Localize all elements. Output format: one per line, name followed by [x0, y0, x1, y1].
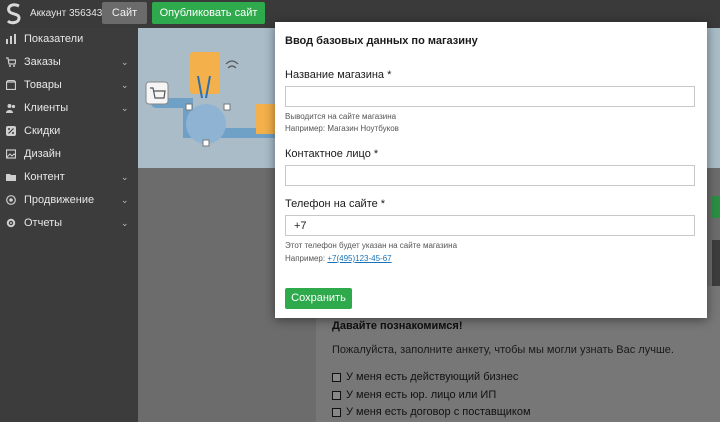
- sidebar-item-label: Товары: [24, 79, 62, 91]
- sidebar-item-promotion[interactable]: Продвижение ⌄: [0, 191, 138, 211]
- store-name-hint: Выводится на сайте магазина: [285, 112, 397, 121]
- chevron-down-icon[interactable]: ⌄: [121, 218, 129, 229]
- chevron-down-icon[interactable]: ⌄: [121, 57, 129, 68]
- checkbox[interactable]: [332, 373, 341, 382]
- folder-icon: [6, 174, 16, 181]
- store-setup-modal: Ввод базовых данных по магазину Название…: [275, 22, 707, 318]
- sidebar-item-label: Показатели: [24, 33, 84, 45]
- phone-input[interactable]: [285, 215, 695, 236]
- sidebar-item-label: Контент: [24, 171, 65, 183]
- target-icon: [6, 195, 16, 205]
- box-icon: [6, 80, 16, 90]
- sidebar-item-content[interactable]: Контент ⌄: [0, 168, 138, 188]
- chevron-down-icon[interactable]: ⌄: [121, 195, 129, 206]
- sidebar-item-dashboard[interactable]: Показатели: [0, 30, 138, 50]
- account-label: Аккаунт 356343: [30, 8, 103, 19]
- sidebar-item-clients[interactable]: Клиенты ⌄: [0, 99, 138, 119]
- phone-example: Например: +7(495)123-45-67: [285, 254, 392, 263]
- logo-icon[interactable]: [4, 2, 24, 26]
- sidebar: Показатели Заказы ⌄ Товары ⌄ Клиенты ⌄ С…: [0, 28, 138, 422]
- store-name-label: Название магазина *: [285, 69, 392, 81]
- sidebar-item-label: Отчеты: [24, 217, 63, 229]
- sidebar-item-products[interactable]: Товары ⌄: [0, 76, 138, 96]
- phone-example-link[interactable]: +7(495)123-45-67: [327, 254, 391, 263]
- checkbox-label: У меня есть действующий бизнес: [346, 371, 519, 383]
- phone-label: Телефон на сайте *: [285, 198, 386, 210]
- chevron-down-icon[interactable]: ⌄: [121, 172, 129, 183]
- save-button[interactable]: Сохранить: [285, 288, 352, 309]
- sidebar-item-reports[interactable]: Отчеты ⌄: [0, 214, 138, 234]
- users-icon: [6, 104, 16, 113]
- intro-title: Давайте познакомимся!: [332, 320, 463, 332]
- publish-site-button[interactable]: Опубликовать сайт: [152, 2, 265, 24]
- site-button[interactable]: Сайт: [102, 2, 147, 24]
- sidebar-item-label: Скидки: [24, 125, 61, 137]
- gear-icon: [6, 218, 16, 228]
- sidebar-item-label: Продвижение: [24, 194, 95, 206]
- chevron-down-icon[interactable]: ⌄: [121, 103, 129, 114]
- phone-example-prefix: Например:: [285, 254, 326, 263]
- checkbox[interactable]: [332, 408, 341, 417]
- sidebar-item-label: Заказы: [24, 56, 61, 68]
- store-name-input[interactable]: [285, 86, 695, 107]
- intro-text: Пожалуйста, заполните анкету, чтобы мы м…: [332, 344, 674, 356]
- sidebar-item-label: Дизайн: [24, 148, 61, 160]
- image-icon: [6, 149, 16, 159]
- cart-icon: [6, 57, 16, 67]
- store-name-example: Например: Магазин Ноутбуков: [285, 124, 399, 133]
- checkbox-label: У меня есть юр. лицо или ИП: [346, 389, 497, 401]
- chevron-down-icon[interactable]: ⌄: [121, 80, 129, 91]
- contact-person-input[interactable]: [285, 165, 695, 186]
- partial-action-button[interactable]: [712, 196, 720, 218]
- percent-icon: [6, 126, 16, 136]
- bar-chart-icon: [6, 34, 16, 44]
- phone-hint: Этот телефон будет указан на сайте магаз…: [285, 241, 458, 250]
- sidebar-item-label: Клиенты: [24, 102, 69, 114]
- contact-person-label: Контактное лицо *: [285, 148, 379, 160]
- sidebar-item-design[interactable]: Дизайн: [0, 145, 138, 165]
- sidebar-item-discounts[interactable]: Скидки: [0, 122, 138, 142]
- partial-panel: [712, 240, 720, 288]
- modal-title: Ввод базовых данных по магазину: [285, 35, 478, 47]
- checkbox[interactable]: [332, 391, 341, 400]
- checkbox-label: У меня есть договор с поставщиком: [346, 406, 531, 418]
- sidebar-item-orders[interactable]: Заказы ⌄: [0, 53, 138, 73]
